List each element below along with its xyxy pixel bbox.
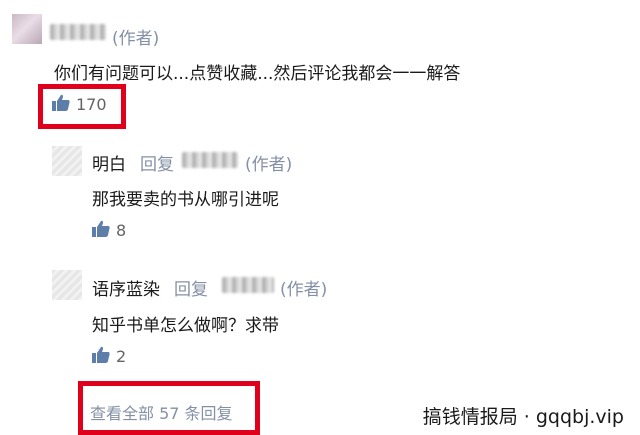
blurred-username[interactable]	[222, 277, 274, 293]
reply-keyword: 回复	[174, 280, 208, 300]
blurred-username[interactable]	[50, 24, 106, 40]
thumbs-up-icon	[52, 94, 76, 115]
avatar[interactable]	[52, 146, 82, 176]
watermark: 搞钱情报局 · gqqbj.vip	[422, 406, 624, 428]
blurred-username[interactable]	[182, 152, 238, 168]
avatar[interactable]	[12, 14, 42, 44]
like-count: 8	[116, 221, 127, 240]
view-all-replies-link[interactable]: 查看全部 57 条回复	[90, 400, 233, 424]
comment-text: 你们有问题可以...点赞收藏...然后评论我都会一一解答	[54, 64, 461, 84]
avatar[interactable]	[52, 270, 82, 300]
like-count: 170	[76, 95, 107, 114]
thumbs-up-icon	[92, 346, 116, 367]
like-button[interactable]: 170	[52, 94, 107, 115]
reply-author-name[interactable]: 明白	[92, 150, 126, 175]
like-button[interactable]: 2	[92, 346, 126, 367]
like-count: 2	[116, 347, 127, 366]
author-tag: (作者)	[245, 155, 293, 175]
comment-text: 那我要卖的书从哪引进呢	[92, 190, 279, 210]
thumbs-up-icon	[92, 220, 116, 241]
comment-text: 知乎书单怎么做啊？求带	[92, 316, 279, 336]
like-button[interactable]: 8	[92, 220, 126, 241]
author-tag: (作者)	[112, 29, 160, 49]
reply-author-name[interactable]: 语序蓝染	[92, 275, 160, 300]
author-tag: (作者)	[280, 280, 328, 300]
reply-keyword: 回复	[140, 155, 174, 175]
